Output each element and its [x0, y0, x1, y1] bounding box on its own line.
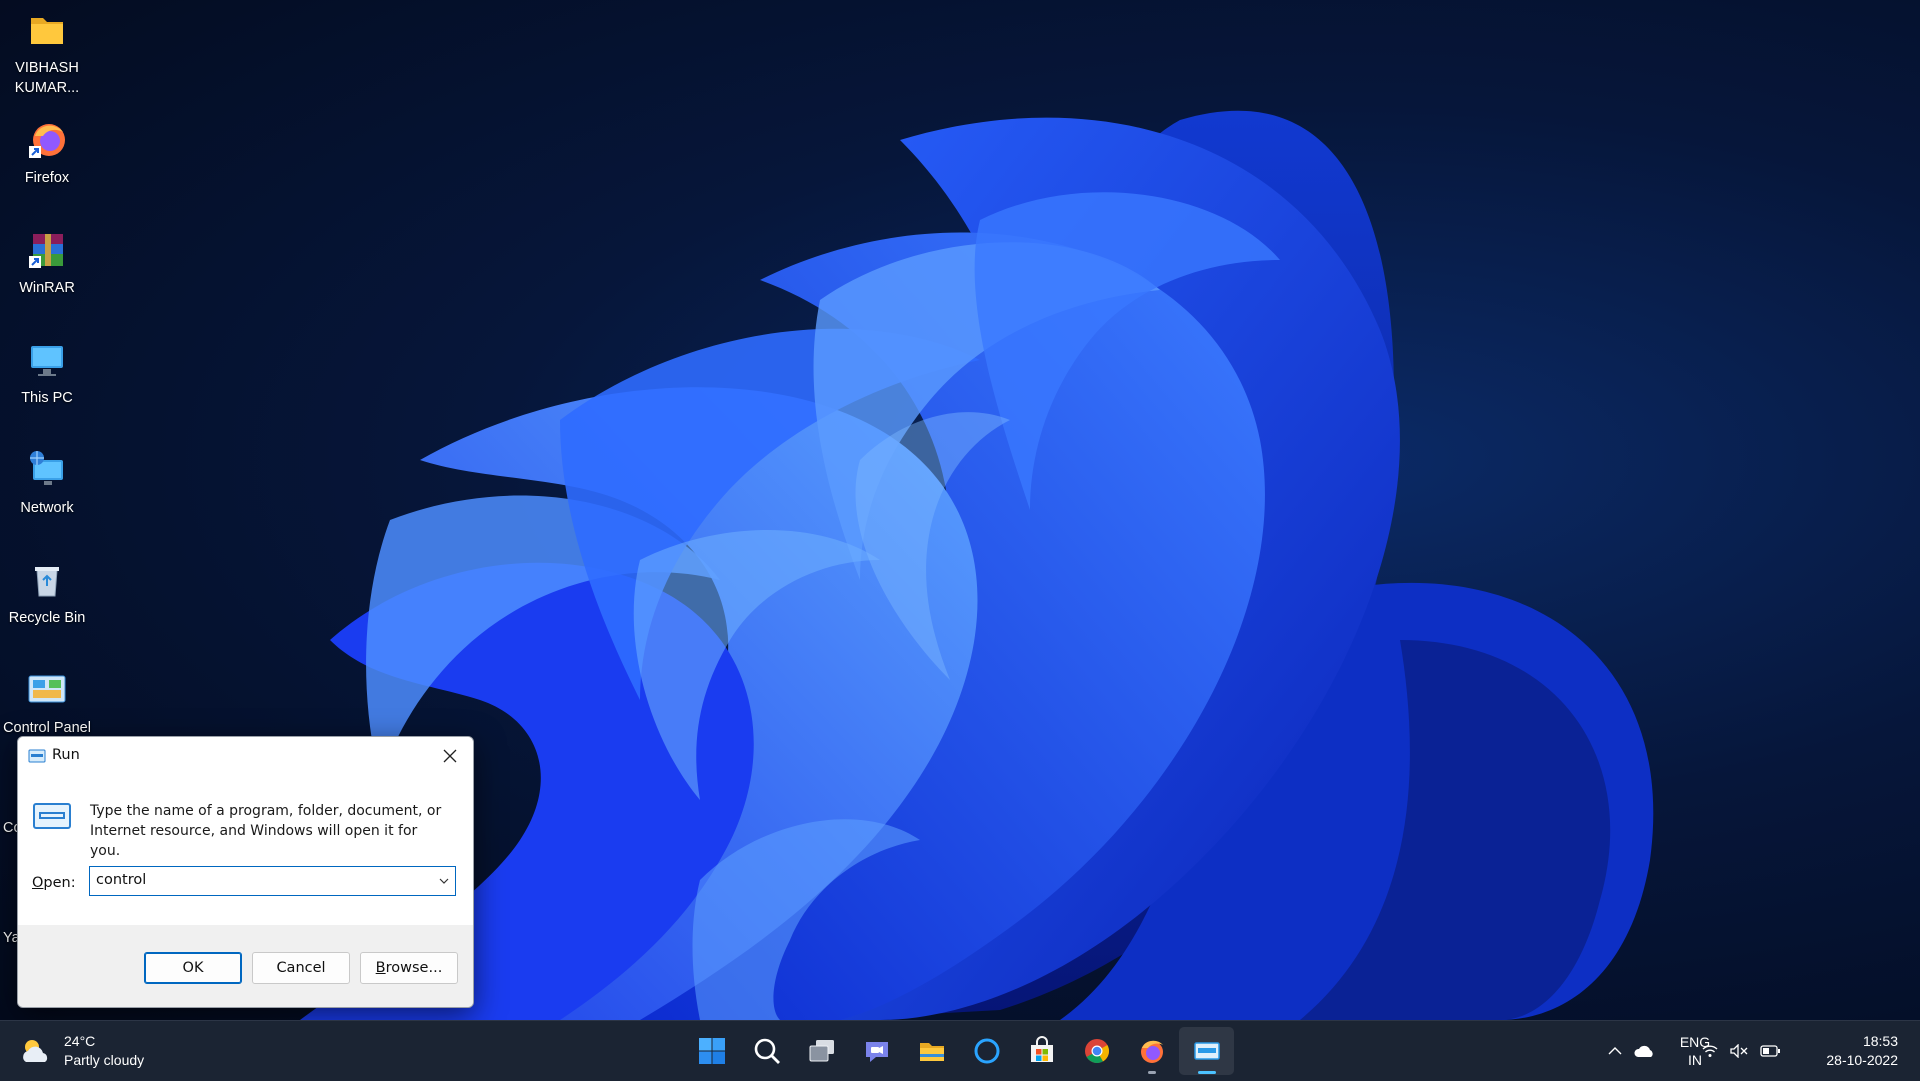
recycle-bin-icon — [25, 558, 69, 602]
chat-button[interactable] — [849, 1027, 904, 1075]
desktop: VIBHASH KUMAR... Firefox WinRAR This PC … — [0, 0, 1920, 1020]
run-body: Type the name of a program, folder, docu… — [18, 775, 473, 925]
open-combobox[interactable]: control — [89, 866, 456, 896]
clock-date: 28-10-2022 — [1826, 1052, 1898, 1068]
search-button[interactable] — [739, 1027, 794, 1075]
run-icon — [1193, 1042, 1220, 1060]
cortana-button[interactable] — [959, 1027, 1014, 1075]
task-view-button[interactable] — [794, 1027, 849, 1075]
chrome-icon — [1084, 1039, 1109, 1064]
desktop-icon-this-pc[interactable]: This PC — [0, 338, 94, 408]
desktop-icon-network[interactable]: Network — [0, 448, 94, 518]
desktop-icon-label: This PC — [21, 390, 73, 406]
network-icon — [25, 448, 69, 492]
partly-cloudy-icon — [23, 1040, 48, 1062]
desktop-icon-label: VIBHASH KUMAR... — [14, 60, 80, 96]
folder-icon — [919, 1043, 944, 1061]
teams-chat-icon — [865, 1042, 888, 1062]
close-button[interactable] — [427, 737, 473, 775]
wifi-icon — [1702, 1045, 1718, 1057]
cortana-icon — [974, 1038, 999, 1064]
start-button[interactable] — [684, 1027, 739, 1075]
run-icon — [28, 749, 46, 763]
desktop-icon-label: Control Panel — [3, 720, 91, 736]
weather-widget[interactable]: 24°C Partly cloudy — [20, 1027, 144, 1075]
firefox-shortcut-icon — [25, 118, 69, 162]
chevron-down-icon — [439, 878, 449, 884]
dropdown-button[interactable] — [433, 867, 455, 895]
chrome-button[interactable] — [1069, 1027, 1124, 1075]
weather-temperature: 24°C — [64, 1033, 96, 1049]
ok-button[interactable]: OK — [144, 952, 242, 984]
search-icon — [754, 1038, 780, 1064]
this-pc-icon — [25, 338, 69, 382]
run-footer: OK Cancel Browse... — [18, 925, 473, 1007]
open-input[interactable]: control — [96, 872, 146, 888]
active-indicator — [1197, 1071, 1216, 1074]
taskbar: 24°C Partly cloudy ENG IN 18:53 28-10-20… — [0, 1020, 1920, 1081]
store-icon — [1030, 1036, 1053, 1062]
desktop-icon-label: WinRAR — [19, 280, 75, 296]
desktop-icon-label: Network — [20, 500, 74, 516]
quick-settings-button[interactable] — [1670, 1021, 1780, 1081]
weather-description: Partly cloudy — [64, 1052, 145, 1068]
microsoft-store-button[interactable] — [1014, 1027, 1069, 1075]
run-program-icon — [33, 803, 71, 829]
task-view-icon — [809, 1040, 834, 1062]
speaker-muted-icon — [1730, 1044, 1748, 1058]
desktop-icon-label: Firefox — [24, 170, 70, 186]
firefox-button[interactable] — [1124, 1027, 1179, 1075]
chevron-up-icon — [1608, 1047, 1622, 1055]
desktop-icon-label: Recycle Bin — [8, 610, 86, 626]
firefox-icon — [1140, 1040, 1163, 1063]
desktop-icon-firefox[interactable]: Firefox — [0, 118, 94, 188]
cloud-icon — [1634, 1045, 1653, 1057]
winrar-shortcut-icon — [25, 228, 69, 272]
run-titlebar[interactable]: Run — [18, 737, 473, 775]
run-description: Type the name of a program, folder, docu… — [90, 803, 442, 859]
running-indicator — [1147, 1071, 1156, 1074]
run-title: Run — [52, 747, 80, 763]
show-hidden-icons-button[interactable] — [1600, 1021, 1630, 1081]
windows-logo-icon — [698, 1038, 725, 1064]
control-panel-icon — [25, 668, 69, 712]
battery-icon — [1760, 1045, 1780, 1057]
browse-button[interactable]: Browse... — [360, 952, 458, 984]
run-dialog: Run Type the name of a program, folder, … — [17, 736, 474, 1008]
desktop-icon-user-folder[interactable]: VIBHASH KUMAR... — [0, 8, 94, 98]
desktop-icon-control-panel[interactable]: Control Panel — [0, 668, 94, 738]
file-explorer-button[interactable] — [904, 1027, 959, 1075]
close-icon — [443, 749, 457, 763]
desktop-icon-winrar[interactable]: WinRAR — [0, 228, 94, 298]
clock[interactable]: 18:53 28-10-2022 — [1798, 1021, 1898, 1081]
onedrive-button[interactable] — [1630, 1021, 1660, 1081]
desktop-icon-recycle-bin[interactable]: Recycle Bin — [0, 558, 94, 628]
clock-time: 18:53 — [1862, 1033, 1898, 1049]
cancel-button[interactable]: Cancel — [252, 952, 350, 984]
folder-icon — [25, 8, 69, 52]
taskbar-apps — [684, 1021, 1234, 1081]
open-label: Open: — [32, 875, 76, 891]
run-taskbar-button[interactable] — [1179, 1027, 1234, 1075]
